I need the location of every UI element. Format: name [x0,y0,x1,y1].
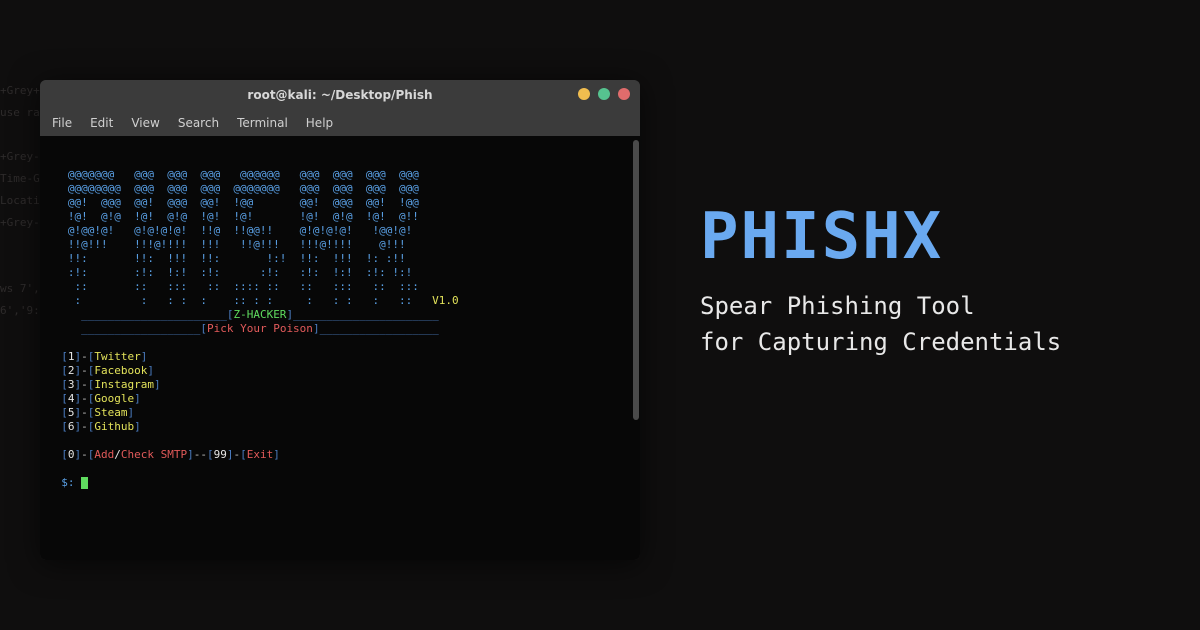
maximize-icon[interactable] [598,88,610,100]
menu-item-terminal[interactable]: Terminal [237,116,288,130]
menu-item-edit[interactable]: Edit [90,116,113,130]
window-title: root@kali: ~/Desktop/Phish [247,88,432,102]
menu-bar: File Edit View Search Terminal Help [40,110,640,136]
terminal-window: root@kali: ~/Desktop/Phish File Edit Vie… [40,80,640,560]
product-title: PHISHX [700,200,1160,274]
terminal-body[interactable]: @@@@@@@ @@@ @@@ @@@ @@@@@@ @@@ @@@ @@@ @… [40,136,640,560]
window-titlebar[interactable]: root@kali: ~/Desktop/Phish [40,80,640,110]
scrollbar[interactable] [633,140,639,420]
menu-item-search[interactable]: Search [178,116,219,130]
menu-item-view[interactable]: View [131,116,159,130]
close-icon[interactable] [618,88,630,100]
headline-panel: PHISHX Spear Phishing Tool for Capturing… [700,200,1160,360]
menu-item-file[interactable]: File [52,116,72,130]
window-controls [578,88,630,100]
minimize-icon[interactable] [578,88,590,100]
product-subtitle: Spear Phishing Tool for Capturing Creden… [700,288,1160,360]
menu-item-help[interactable]: Help [306,116,333,130]
